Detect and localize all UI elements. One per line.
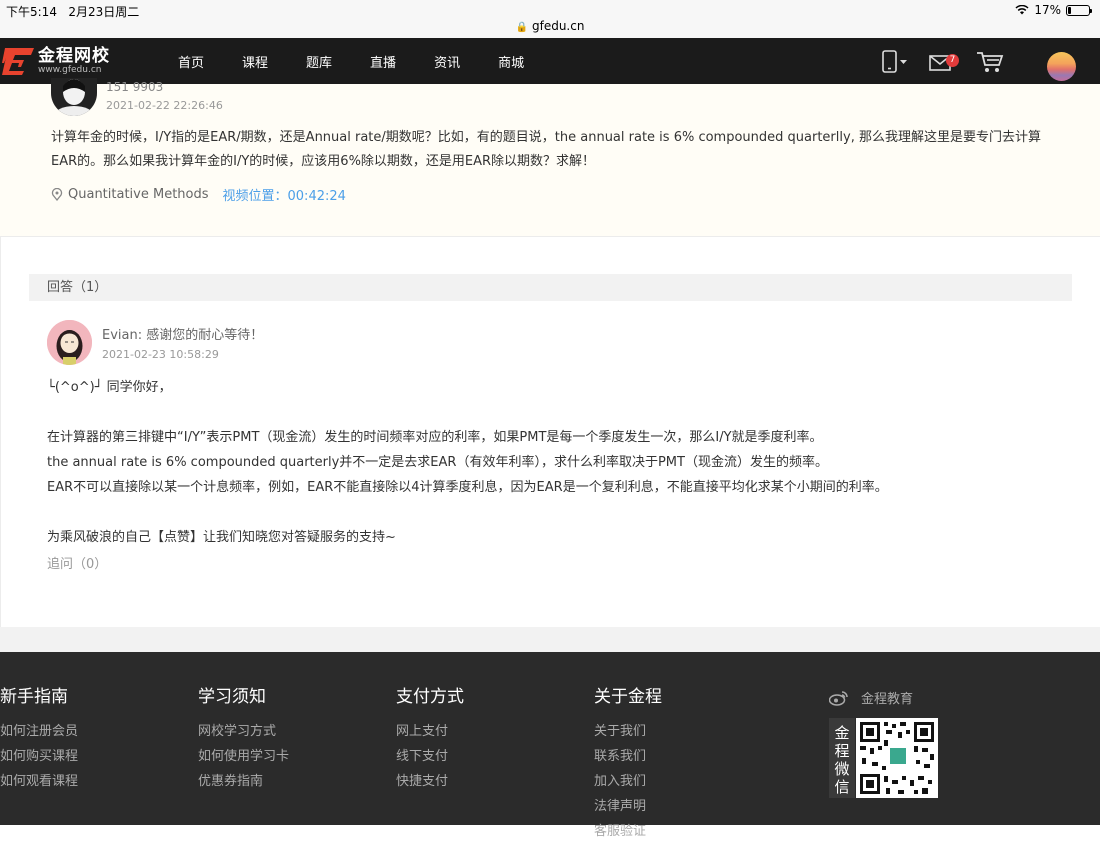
logo-name: 金程网校 [38,46,110,66]
weibo-icon [829,690,848,706]
location-tag-icon [51,188,63,201]
footer-link[interactable]: 网校学习方式 [198,719,289,744]
status-indicators: 17% [1015,3,1092,17]
battery-percent: 17% [1034,3,1061,17]
wifi-icon [1015,5,1029,15]
question-timestamp: 2021-02-22 22:26:46 [106,99,223,112]
content-left-border [0,237,1,627]
footer-link[interactable]: 如何购买课程 [0,744,78,769]
footer-link[interactable]: 法律声明 [594,794,662,819]
followup-link[interactable]: 追问（0） [47,553,107,572]
nav-item-live[interactable]: 直播 [370,52,396,71]
footer-separator [0,627,1100,652]
footer-column-title: 关于金程 [594,687,662,707]
footer-link[interactable]: 网上支付 [396,719,464,744]
question-meta: Quantitative Methods 视频位置：00:42:24 [51,185,346,204]
wechat-qr-code [856,718,938,798]
nav-item-news[interactable]: 资讯 [434,52,460,71]
footer-link[interactable]: 快捷支付 [396,769,464,794]
footer-link[interactable]: 线下支付 [396,744,464,769]
answerer-avatar [47,320,92,365]
subject-tag[interactable]: Quantitative Methods [68,187,209,202]
answers-header: 回答（1） [29,274,1072,301]
cart-icon[interactable] [976,51,1004,73]
battery-fill [1068,6,1071,14]
status-time: 下午5:14 2月23日周二 [6,3,139,20]
status-clock: 下午5:14 [6,5,57,19]
url-text: gfedu.cn [531,19,585,33]
battery-icon [1066,4,1092,16]
site-logo[interactable]: 金程网校 www.gfedu.cn [2,46,110,76]
gfedu-logo-icon [2,48,34,75]
weibo-label: 金程教育 [861,692,914,707]
user-avatar[interactable] [1047,52,1076,81]
answer-line: EAR不可以直接除以某一个计息频率，例如，EAR不能直接除以4计算季度利息，因为… [47,480,888,495]
footer-column-title: 支付方式 [396,687,464,707]
answer-timestamp: 2021-02-23 10:58:29 [102,348,219,361]
footer-column-study: 学习须知 网校学习方式 如何使用学习卡 优惠券指南 [198,685,289,794]
mobile-app-icon[interactable] [882,50,908,74]
footer-column-payment: 支付方式 网上支付 线下支付 快捷支付 [396,685,464,794]
footer-link[interactable]: 如何使用学习卡 [198,744,289,769]
answer-line: 在计算器的第三排键中“I/Y”表示PMT（现金流）发生的时间频率对应的利率，如果… [47,430,823,445]
site-footer: 新手指南 如何注册会员 如何购买课程 如何观看课程 学习须知 网校学习方式 如何… [0,652,1100,839]
answer-greeting: └(^o^)┘ 同学你好， [47,380,172,395]
footer-link[interactable]: 如何观看课程 [0,769,78,794]
ios-status-bar: 下午5:14 2月23日周二 🔒 gfedu.cn 17% [0,0,1100,38]
answerer-name: Evian: 感谢您的耐心等待！ [102,328,264,343]
asker-username: 151 9903 [106,80,164,94]
message-count-badge: 7 [946,54,959,67]
lock-icon: 🔒 [515,22,528,33]
footer-link[interactable]: 优惠券指南 [198,769,289,794]
answer-closing: 为乘风破浪的自己【点赞】让我们知晓您对答疑服务的支持~ [47,530,396,545]
nav-item-question-bank[interactable]: 题库 [306,52,332,71]
weibo-link[interactable]: 金程教育 [829,688,913,707]
footer-column-title: 新手指南 [0,687,68,707]
footer-column-title: 学习须知 [198,687,266,707]
video-position-link[interactable]: 视频位置：00:42:24 [223,185,346,204]
footer-column-guide: 新手指南 如何注册会员 如何购买课程 如何观看课程 [0,685,78,794]
question-card: 151 9903 2021-02-22 22:26:46 计算年金的时候，I/Y… [0,78,1100,237]
address-bar[interactable]: 🔒 gfedu.cn [0,19,1100,33]
answer-line: the annual rate is 6% compounded quarter… [47,455,828,470]
footer-link[interactable]: 联系我们 [594,744,662,769]
footer-column-about: 关于金程 关于我们 联系我们 加入我们 法律声明 客服验证 [594,685,662,844]
question-text: 计算年金的时候，I/Y指的是EAR/期数，还是Annual rate/期数呢？比… [51,130,1041,169]
asker-avatar [51,78,97,116]
nav-item-shop[interactable]: 商城 [498,52,524,71]
nav-item-courses[interactable]: 课程 [242,52,268,71]
nav-item-home[interactable]: 首页 [178,52,204,71]
wechat-label: 金程微信 [829,718,855,798]
status-date: 2月23日周二 [68,5,140,19]
footer-link[interactable]: 加入我们 [594,769,662,794]
logo-url: www.gfedu.cn [38,65,102,75]
answer-body: └(^o^)┘ 同学你好， 在计算器的第三排键中“I/Y”表示PMT（现金流）发… [47,375,1067,550]
footer-link[interactable]: 客服验证 [594,819,662,844]
nav-menu: 首页 课程 题库 直播 资讯 商城 [178,52,562,71]
footer-link[interactable]: 关于我们 [594,719,662,744]
footer-link[interactable]: 如何注册会员 [0,719,78,744]
